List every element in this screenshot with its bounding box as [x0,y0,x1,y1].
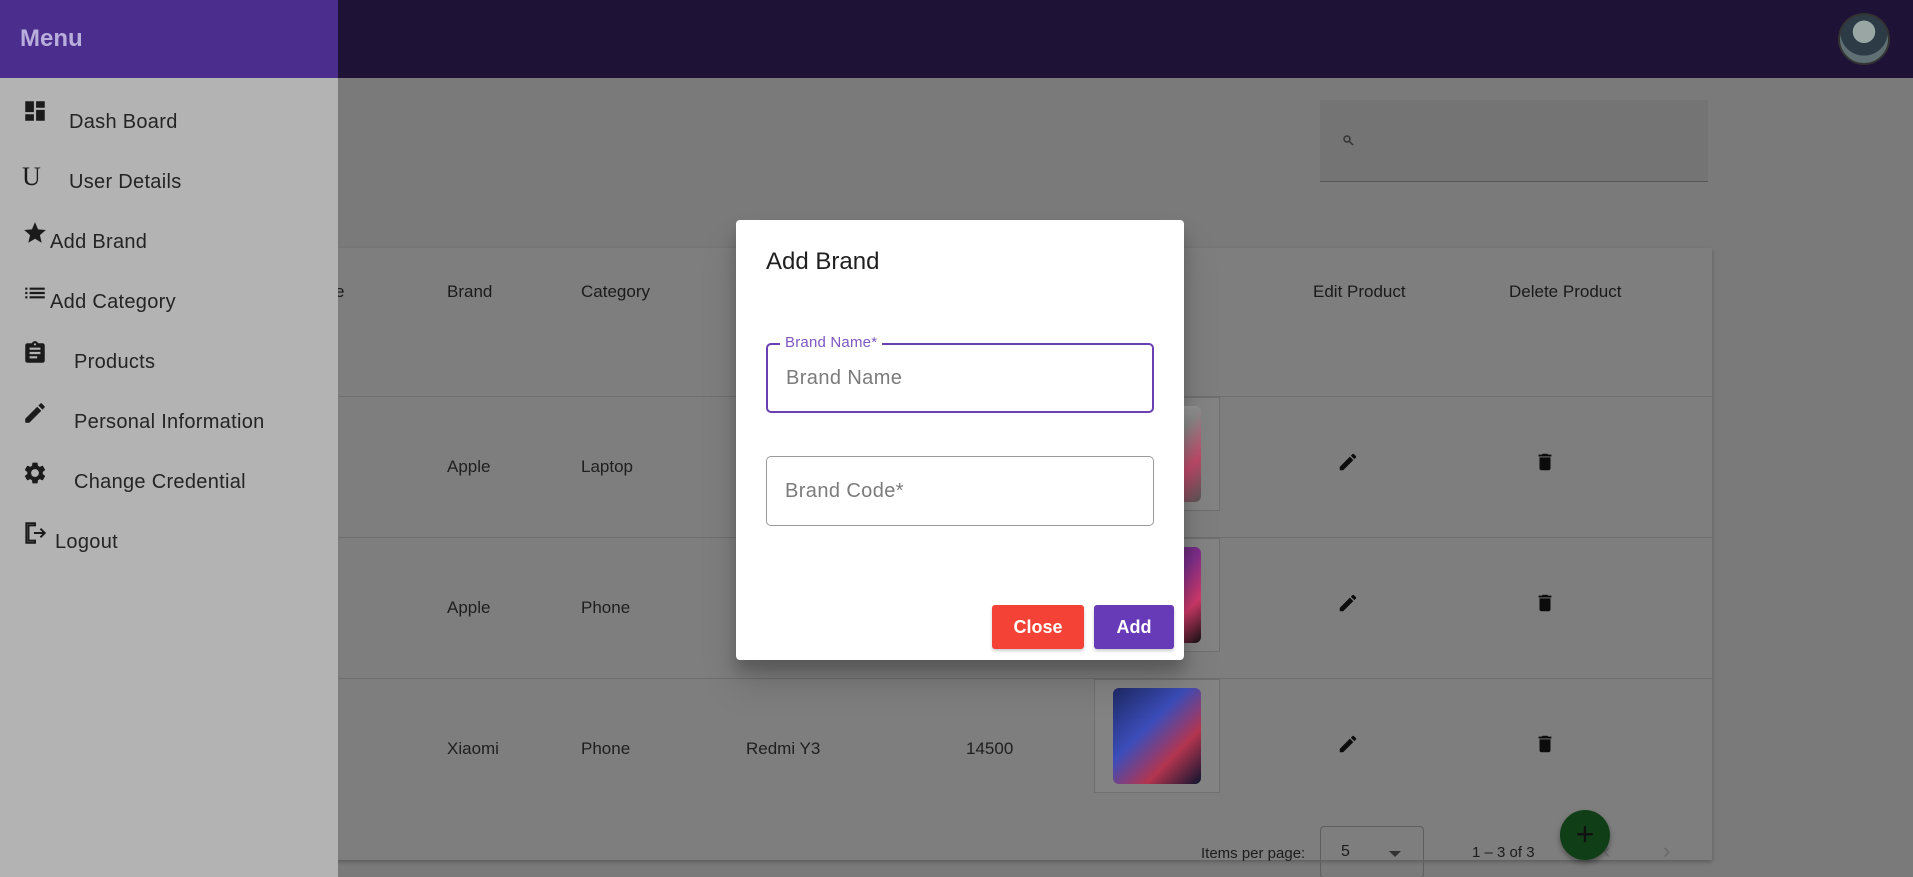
column-header-brand: Brand [447,282,493,301]
cell-product-name: Redmi Y3 [746,739,821,758]
user-avatar[interactable] [1838,13,1890,65]
page-size-value: 5 [1341,843,1350,860]
cell-brand: Xiaomi [447,739,499,758]
dialog-title: Add Brand [766,248,880,275]
pencil-icon [25,403,45,423]
page-range-label: 1 – 3 of 3 [1472,844,1535,861]
star-icon [24,222,46,243]
column-header-edit-product: Edit Product [1313,282,1406,301]
sidebar-item-label: Products [74,351,156,373]
sidebar-item-change-credential[interactable]: Change Credential [0,458,338,506]
page-size-select[interactable]: 5 [1320,826,1424,877]
sidebar-item-add-brand[interactable]: Add Brand [0,218,338,266]
brand-code-field [766,456,1154,526]
menu-title: Menu [20,25,83,52]
items-per-page-label: Items per page: [1201,845,1306,862]
add-product-button[interactable]: + [1560,810,1610,860]
edit-icon[interactable] [1337,733,1359,755]
cell-category: Laptop [581,457,633,476]
next-page-icon[interactable]: › [1663,840,1685,862]
column-header-delete-product: Delete Product [1509,282,1622,301]
side-menu: Menu Dash Board U User Details Add Brand… [0,0,338,877]
sidebar-item-personal-information[interactable]: Personal Information [0,398,338,446]
logout-icon [25,522,47,544]
cell-category: Phone [581,739,631,758]
sidebar-item-logout[interactable]: Logout [0,518,338,566]
search-field[interactable] [1320,100,1708,182]
sidebar-item-label: Personal Information [74,411,265,433]
chevron-down-icon [1389,851,1401,857]
sidebar-item-add-category[interactable]: Add Category [0,278,338,326]
sidebar-item-user-details[interactable]: U User Details [0,158,338,206]
sidebar-item-dash-board[interactable]: Dash Board [0,98,338,146]
delete-icon[interactable] [1534,592,1556,614]
list-icon [25,287,45,299]
delete-icon[interactable] [1534,733,1556,755]
clipboard-icon [25,341,45,363]
cell-brand: Apple [447,598,491,617]
cell-price: 14500 [966,739,1014,758]
u-letter-icon: U [22,162,41,191]
cell-brand: Apple [447,457,491,476]
brand-code-input[interactable] [767,457,1153,525]
edit-icon[interactable] [1337,451,1359,473]
sidebar-item-label: User Details [69,171,182,193]
table-row: Xiaomi Phone Redmi Y3 14500 [290,678,1712,819]
delete-icon[interactable] [1534,451,1556,473]
sidebar-item-label: Dash Board [69,111,178,133]
add-button[interactable]: Add [1094,605,1174,649]
side-menu-header: Menu [0,0,338,78]
brand-name-input[interactable] [768,345,1152,411]
sidebar-item-label: Add Category [50,291,176,313]
dashboard-icon [25,101,45,121]
sidebar-item-products[interactable]: Products [0,338,338,386]
gear-icon [24,462,46,484]
brand-name-field: Brand Name* [766,334,1154,413]
cell-category: Phone [581,598,631,617]
search-icon [1343,135,1354,146]
product-image [1094,679,1220,793]
sidebar-item-label: Change Credential [74,471,246,493]
edit-icon[interactable] [1337,592,1359,614]
sidebar-item-label: Logout [55,531,118,553]
close-button[interactable]: Close [992,605,1084,649]
column-header-category: Category [581,282,650,301]
sidebar-item-label: Add Brand [50,231,148,253]
add-brand-dialog: Add Brand Brand Name* Close Add [736,220,1184,660]
